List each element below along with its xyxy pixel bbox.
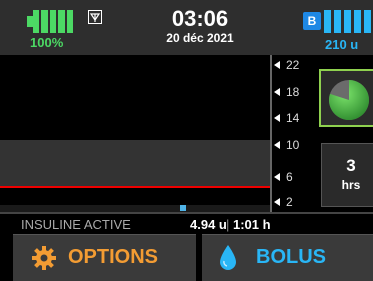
iob-status: INSULINE ACTIVE 4.94 u | 1:01 h — [0, 212, 373, 232]
graph-scrollbar[interactable] — [0, 205, 270, 212]
insulin-reservoir-icon — [324, 10, 373, 33]
axis-tick: 18 — [274, 85, 310, 99]
hours-unit: hrs — [341, 178, 361, 192]
right-panel: 3 hrs — [313, 55, 373, 212]
axis-tick: 22 — [274, 58, 310, 72]
cgm-graph[interactable] — [0, 55, 270, 212]
iob-widget[interactable] — [319, 69, 373, 127]
signal-icon — [88, 10, 102, 24]
iob-separator: | — [226, 217, 230, 232]
options-button[interactable]: OPTIONS — [13, 234, 196, 281]
insulin-units: 210 u — [325, 37, 359, 52]
hours-button[interactable]: 3 hrs — [321, 143, 373, 207]
clock-date: 20 déc 2021 — [166, 31, 234, 45]
bolus-button[interactable]: BOLUS — [202, 234, 373, 281]
graph-scroll-thumb[interactable] — [180, 205, 186, 211]
axis-tick: 6 — [274, 170, 310, 184]
b-badge: B — [303, 12, 321, 30]
battery-icon — [33, 10, 74, 33]
iob-time: 1:01 h — [233, 217, 271, 232]
axis-tick: 10 — [274, 138, 310, 152]
target-range-band — [0, 140, 270, 187]
status-header: 100% 03:06 20 déc 2021 B 210 u — [0, 0, 373, 55]
hours-value: 3 — [346, 156, 356, 175]
low-threshold-line — [0, 186, 270, 188]
axis-tick: 2 — [274, 195, 310, 209]
graph-axis: 22 18 14 10 6 2 — [270, 55, 313, 212]
gear-icon — [32, 246, 56, 270]
iob-units: 4.94 u — [190, 217, 227, 232]
iob-label: INSULINE ACTIVE — [21, 217, 131, 232]
options-label: OPTIONS — [68, 246, 159, 268]
axis-tick: 14 — [274, 111, 310, 125]
clock-time: 03:06 — [171, 6, 229, 31]
drop-icon — [220, 245, 236, 270]
bolus-label: BOLUS — [256, 246, 326, 268]
battery-percent: 100% — [30, 35, 64, 50]
iob-pie-icon — [329, 80, 369, 120]
